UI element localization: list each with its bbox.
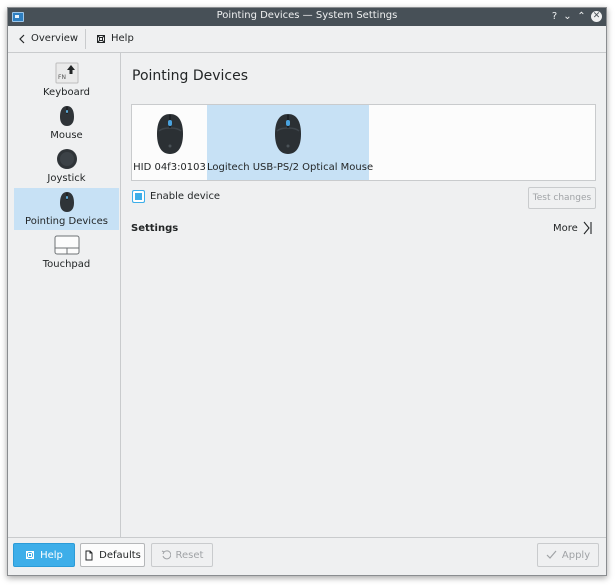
help-button-label: Help <box>40 549 63 561</box>
apply-button-label: Apply <box>561 549 591 561</box>
sidebar-item-label: Touchpad <box>42 259 91 270</box>
sidebar: FN Keyboard Mouse Joystick Pointing Devi… <box>8 53 121 537</box>
enable-device-row[interactable]: Enable device <box>132 189 220 203</box>
maximize-button[interactable]: ⌃ <box>575 10 588 23</box>
help-icon <box>97 35 105 43</box>
sidebar-item-keyboard[interactable]: FN Keyboard <box>14 59 119 101</box>
svg-text:FN: FN <box>58 74 66 81</box>
sidebar-item-joystick[interactable]: Joystick <box>14 145 119 187</box>
close-button[interactable]: ✕ <box>591 11 602 22</box>
defaults-button-label: Defaults <box>99 549 141 561</box>
system-settings-window: Pointing Devices — System Settings ? ⌄ ⌃… <box>7 7 607 576</box>
help-button[interactable]: Help <box>13 543 75 567</box>
main-panel: Pointing Devices HID 04f3:0103 Logitech … <box>121 53 606 537</box>
sidebar-item-label: Pointing Devices <box>25 216 108 227</box>
sidebar-item-label: Joystick <box>47 173 86 184</box>
sidebar-item-label: Keyboard <box>42 87 90 98</box>
test-changes-button[interactable]: Test changes <box>528 187 596 209</box>
settings-heading: Settings <box>131 223 179 234</box>
reset-button-label: Reset <box>175 549 204 561</box>
sidebar-item-label: Mouse <box>50 130 83 141</box>
device-label: Logitech USB-PS/2 Optical Mouse <box>207 162 374 173</box>
toolbar: Overview Help <box>8 26 606 53</box>
device-item-logitech[interactable]: Logitech USB-PS/2 Optical Mouse <box>207 105 374 180</box>
toolbar-separator <box>85 29 86 49</box>
more-label: More <box>553 222 578 234</box>
sidebar-item-touchpad[interactable]: Touchpad <box>14 231 119 273</box>
mouse-device-icon <box>275 114 301 154</box>
defaults-button[interactable]: Defaults <box>80 543 145 567</box>
defaults-icon <box>85 550 93 560</box>
joystick-icon <box>56 149 77 169</box>
device-item-hid[interactable]: HID 04f3:0103 <box>132 105 207 180</box>
toolbar-help-button[interactable]: Help <box>92 30 138 48</box>
mouse-icon <box>59 106 74 126</box>
back-arrow-icon <box>19 34 25 44</box>
bottom-button-bar: Help Defaults Reset Apply <box>8 537 606 575</box>
help-icon <box>26 551 35 559</box>
enable-device-checkbox[interactable] <box>132 189 145 203</box>
sidebar-item-pointing-devices[interactable]: Pointing Devices <box>14 188 119 230</box>
help-label: Help <box>111 33 134 44</box>
reset-button[interactable]: Reset <box>151 543 213 567</box>
device-label: HID 04f3:0103 <box>133 162 206 173</box>
overview-button[interactable]: Overview <box>14 30 82 48</box>
window-title: Pointing Devices — System Settings <box>216 10 398 21</box>
mouse-icon <box>59 192 74 212</box>
mouse-device-icon <box>156 114 183 154</box>
chevron-right-icon <box>583 221 592 235</box>
keyboard-key-icon: FN <box>55 62 78 84</box>
enable-device-label: Enable device <box>150 190 221 202</box>
overview-label: Overview <box>31 33 79 44</box>
reset-icon <box>161 550 171 560</box>
title-bar[interactable]: Pointing Devices — System Settings ? ⌄ ⌃… <box>8 8 606 26</box>
page-title: Pointing Devices <box>132 68 249 84</box>
apply-button[interactable]: Apply <box>537 543 599 567</box>
context-help-button[interactable]: ? <box>548 10 561 23</box>
more-button[interactable]: More <box>553 221 592 235</box>
minimize-button[interactable]: ⌄ <box>561 10 574 23</box>
sidebar-item-mouse[interactable]: Mouse <box>14 102 119 144</box>
device-list[interactable]: HID 04f3:0103 Logitech USB-PS/2 Optical … <box>131 104 596 181</box>
touchpad-icon <box>54 235 79 255</box>
checkmark-icon <box>546 550 557 559</box>
